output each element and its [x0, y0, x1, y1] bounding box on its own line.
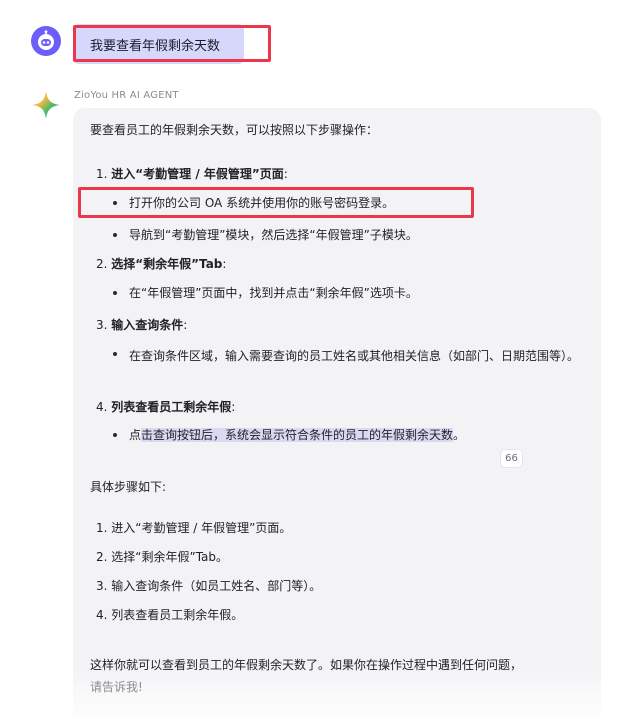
- step-bullet: 在“年假管理”页面中，找到并点击“剩余年假”选项卡。: [129, 286, 418, 300]
- summary-step: 4. 列表查看员工剩余年假。: [96, 608, 244, 622]
- step-number: 3.: [96, 318, 108, 332]
- robot-face-icon: [38, 30, 54, 50]
- step-number: 4.: [96, 400, 108, 414]
- step-number: 1.: [96, 167, 108, 181]
- step-title: 列表查看员工剩余年假: [111, 400, 232, 414]
- step-title: 进入“考勤管理 / 年假管理”页面: [111, 167, 284, 181]
- step-bullet-highlight: [78, 187, 474, 218]
- step-number: 2.: [96, 257, 108, 271]
- step-heading: 1. 进入“考勤管理 / 年假管理”页面:: [96, 165, 288, 183]
- user-avatar: [31, 26, 61, 56]
- citation-badge[interactable]: 66: [500, 449, 523, 468]
- step-colon: :: [222, 257, 227, 271]
- step-colon: :: [183, 318, 188, 332]
- selected-text: 击查询按钮后，系统会显示符合条件的员工的年假剩余天数: [141, 428, 454, 442]
- step-colon: :: [283, 167, 288, 181]
- summary-step: 2. 选择“剩余年假”Tab。: [96, 550, 229, 564]
- bullet-dot: [113, 433, 117, 437]
- bullet-dot: [113, 352, 117, 356]
- step-colon: :: [231, 400, 236, 414]
- user-message-highlight: [73, 25, 271, 62]
- summary-step: 3. 输入查询条件（如员工姓名、部门等）。: [96, 579, 322, 593]
- bullet-text-start: 点: [129, 428, 142, 442]
- summary-title: 具体步骤如下:: [90, 480, 167, 494]
- step-title: 选择“剩余年假”Tab: [111, 257, 223, 271]
- step-heading: 2. 选择“剩余年假”Tab:: [96, 255, 226, 273]
- step-bullet: 在查询条件区域，输入需要查询的员工姓名或其他相关信息（如部门、日期范围等）。: [129, 349, 580, 363]
- sparkle-star-icon: [32, 91, 60, 119]
- closing-text: 这样你就可以查看到员工的年假剩余天数了。如果你在操作过程中遇到任何问题，: [90, 658, 523, 672]
- step-bullet: 导航到“考勤管理”模块，然后选择“年假管理”子模块。: [129, 228, 418, 242]
- response-intro: 要查看员工的年假剩余天数，可以按照以下步骤操作：: [90, 123, 379, 137]
- bullet-dot: [113, 233, 117, 237]
- step-title: 输入查询条件: [111, 318, 184, 332]
- bullet-dot: [113, 291, 117, 295]
- summary-step: 1. 进入“考勤管理 / 年假管理”页面。: [96, 521, 292, 535]
- step-bullet: 点击查询按钮后，系统会显示符合条件的员工的年假剩余天数。: [129, 426, 465, 444]
- agent-name: ZioYou HR AI AGENT: [74, 90, 179, 101]
- closing-text-continued: 请告诉我!: [90, 680, 143, 694]
- step-heading: 4. 列表查看员工剩余年假:: [96, 398, 235, 416]
- step-heading: 3. 输入查询条件:: [96, 316, 187, 334]
- bullet-text-end: 。: [453, 428, 466, 442]
